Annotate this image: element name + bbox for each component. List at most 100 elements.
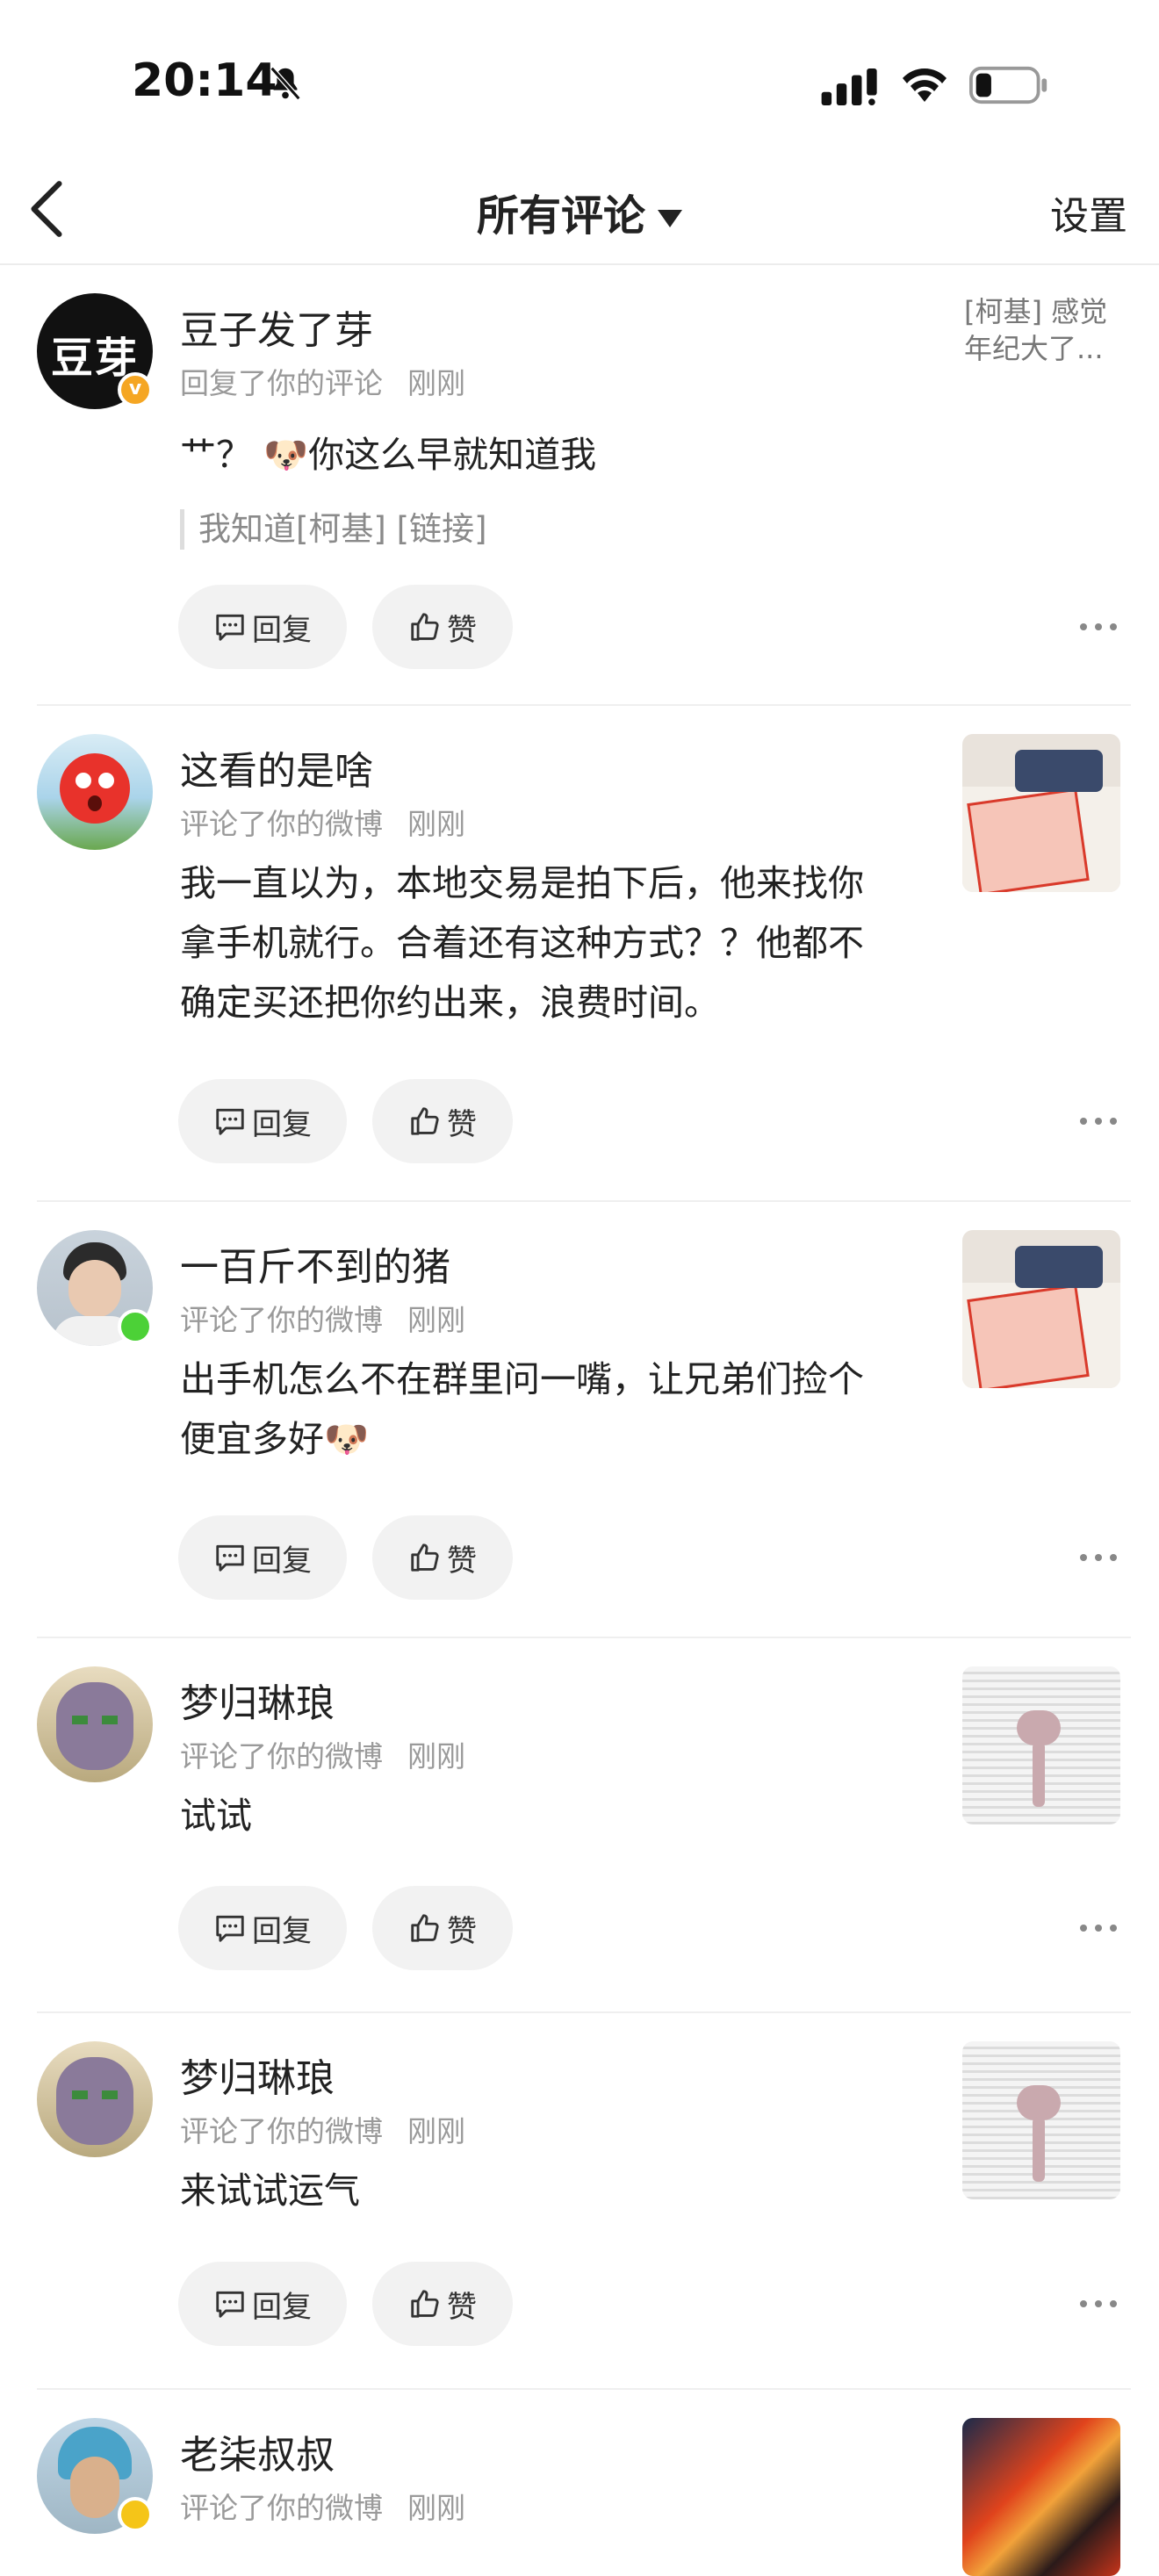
timestamp: 刚刚 — [407, 2114, 465, 2148]
reply-label: 回复 — [252, 2289, 312, 2325]
reply-button[interactable]: 回复 — [178, 2262, 347, 2346]
thumbnail-phone — [1015, 750, 1103, 792]
reply-button[interactable]: 回复 — [178, 1079, 347, 1163]
timestamp: 刚刚 — [407, 1303, 465, 1337]
page-title: 所有评论 — [476, 191, 645, 241]
username[interactable]: 这看的是啥 — [180, 739, 373, 795]
comment-icon — [216, 1544, 244, 1572]
thumbs-up-icon — [411, 1107, 439, 1135]
like-label: 赞 — [447, 1913, 477, 1949]
more-icon[interactable] — [1078, 622, 1119, 632]
more-icon[interactable] — [1078, 1923, 1119, 1933]
post-thumbnail[interactable] — [962, 1666, 1120, 1824]
reply-label: 回复 — [252, 1913, 312, 1949]
timestamp: 刚刚 — [407, 2491, 465, 2525]
like-label: 赞 — [447, 2289, 477, 2325]
avatar[interactable] — [37, 2041, 153, 2157]
comment-text: 来试试运气 — [180, 2169, 360, 2212]
thumbs-up-icon — [411, 2290, 439, 2318]
online-status-dot — [118, 1309, 153, 1344]
comment-icon — [216, 614, 244, 641]
avatar-face — [68, 1260, 121, 1318]
comment-item: 豆芽 v 豆子发了芽 回复了你的评论 刚刚 艹？ 🐶你这么早就知道我 我知道[柯基… — [37, 265, 1131, 706]
avatar-tomato-shape — [60, 753, 130, 824]
comment-meta: 评论了你的微博 刚刚 — [180, 801, 465, 843]
avatar-mouth — [88, 795, 102, 811]
username[interactable]: 梦归琳琅 — [180, 2047, 335, 2103]
verified-badge: v — [118, 372, 153, 407]
verified-badge — [118, 2497, 153, 2532]
reply-button[interactable]: 回复 — [178, 585, 347, 669]
post-thumbnail[interactable] — [962, 2418, 1120, 2576]
avatar[interactable] — [37, 1666, 153, 1782]
avatar-character-face — [56, 2057, 133, 2145]
more-icon[interactable] — [1078, 2299, 1119, 2309]
post-thumbnail[interactable] — [962, 2041, 1120, 2199]
avatar-eye-left — [72, 1716, 88, 1724]
more-icon[interactable] — [1078, 1116, 1119, 1126]
action-text: 评论了你的微博 — [180, 2491, 383, 2525]
action-text: 评论了你的微博 — [180, 2114, 383, 2148]
wifi-icon — [903, 68, 947, 102]
like-button[interactable]: 赞 — [372, 1886, 513, 1970]
battery-icon — [969, 66, 1047, 104]
comment-meta: 评论了你的微博 刚刚 — [180, 2485, 465, 2527]
post-thumbnail[interactable] — [962, 1230, 1120, 1388]
username[interactable]: 老柒叔叔 — [180, 2423, 335, 2479]
like-button[interactable]: 赞 — [372, 1079, 513, 1163]
reply-label: 回复 — [252, 1543, 312, 1579]
action-text: 评论了你的微博 — [180, 807, 383, 841]
action-text: 评论了你的微博 — [180, 1739, 383, 1774]
bell-muted-icon — [270, 66, 301, 101]
post-thumbnail[interactable] — [962, 734, 1120, 892]
comment-text: 艹？ 🐶你这么早就知道我 — [180, 434, 597, 476]
more-icon[interactable] — [1078, 1552, 1119, 1563]
thumbnail-hairdryer-head — [1017, 2085, 1061, 2120]
timestamp: 刚刚 — [407, 1739, 465, 1774]
action-text: 评论了你的微博 — [180, 1303, 383, 1337]
thumbs-up-icon — [411, 1914, 439, 1942]
timestamp: 刚刚 — [407, 807, 465, 841]
action-text: 回复了你的评论 — [180, 366, 383, 400]
comment-icon — [216, 1915, 244, 1942]
triangle-down-icon — [658, 210, 682, 227]
signal-icon — [821, 68, 877, 105]
like-button[interactable]: 赞 — [372, 1515, 513, 1600]
comment-item: 梦归琳琅 评论了你的微博 刚刚 来试试运气 回复 赞 — [37, 2013, 1131, 2390]
like-button[interactable]: 赞 — [372, 2262, 513, 2346]
thumbnail-hairdryer-head — [1017, 1710, 1061, 1745]
thumbnail-phone — [1015, 1246, 1103, 1288]
comment-meta: 回复了你的评论 刚刚 — [180, 360, 465, 402]
avatar-character-face — [56, 1682, 133, 1770]
like-label: 赞 — [447, 612, 477, 648]
like-button[interactable]: 赞 — [372, 585, 513, 669]
thumbnail-hairdryer-handle — [1033, 2117, 1045, 2182]
thumbs-up-icon — [411, 613, 439, 641]
comment-text: 我一直以为，本地交易是拍下后，他来找你拿手机就行。合着还有这种方式？？他都不确定… — [180, 862, 864, 1024]
nav-bar: 所有评论 设置 — [0, 158, 1159, 265]
comment-meta: 评论了你的微博 刚刚 — [180, 2108, 465, 2150]
username[interactable]: 一百斤不到的猪 — [180, 1235, 450, 1292]
reply-button[interactable]: 回复 — [178, 1515, 347, 1600]
avatar-eye-right — [102, 1716, 118, 1724]
avatar-eye-right — [98, 773, 114, 788]
comment-filter-dropdown[interactable]: 所有评论 — [0, 181, 1159, 242]
comment-item: 梦归琳琅 评论了你的微博 刚刚 试试 回复 赞 — [37, 1638, 1131, 2013]
quoted-comment: 我知道[柯基] [链接] — [180, 509, 487, 550]
username[interactable]: 梦归琳琅 — [180, 1672, 335, 1728]
comment-item: 老柒叔叔 评论了你的微博 刚刚 — [37, 2390, 1131, 2576]
thumbnail-hairdryer-handle — [1033, 1742, 1045, 1807]
comment-text: 试试 — [180, 1795, 252, 1837]
status-bar: 20:14 — [0, 0, 1159, 158]
avatar[interactable] — [37, 734, 153, 850]
status-time: 20:14 — [132, 54, 277, 107]
original-comment-preview[interactable]: [柯基] 感觉年纪大了... — [964, 293, 1131, 367]
reply-label: 回复 — [252, 612, 312, 648]
thumbnail-box — [967, 1284, 1090, 1388]
reply-button[interactable]: 回复 — [178, 1886, 347, 1970]
username[interactable]: 豆子发了芽 — [180, 299, 373, 355]
like-label: 赞 — [447, 1106, 477, 1142]
comment-list: 豆芽 v 豆子发了芽 回复了你的评论 刚刚 艹？ 🐶你这么早就知道我 我知道[柯基… — [0, 265, 1159, 2576]
reply-label: 回复 — [252, 1106, 312, 1142]
settings-button[interactable]: 设置 — [1050, 184, 1127, 241]
